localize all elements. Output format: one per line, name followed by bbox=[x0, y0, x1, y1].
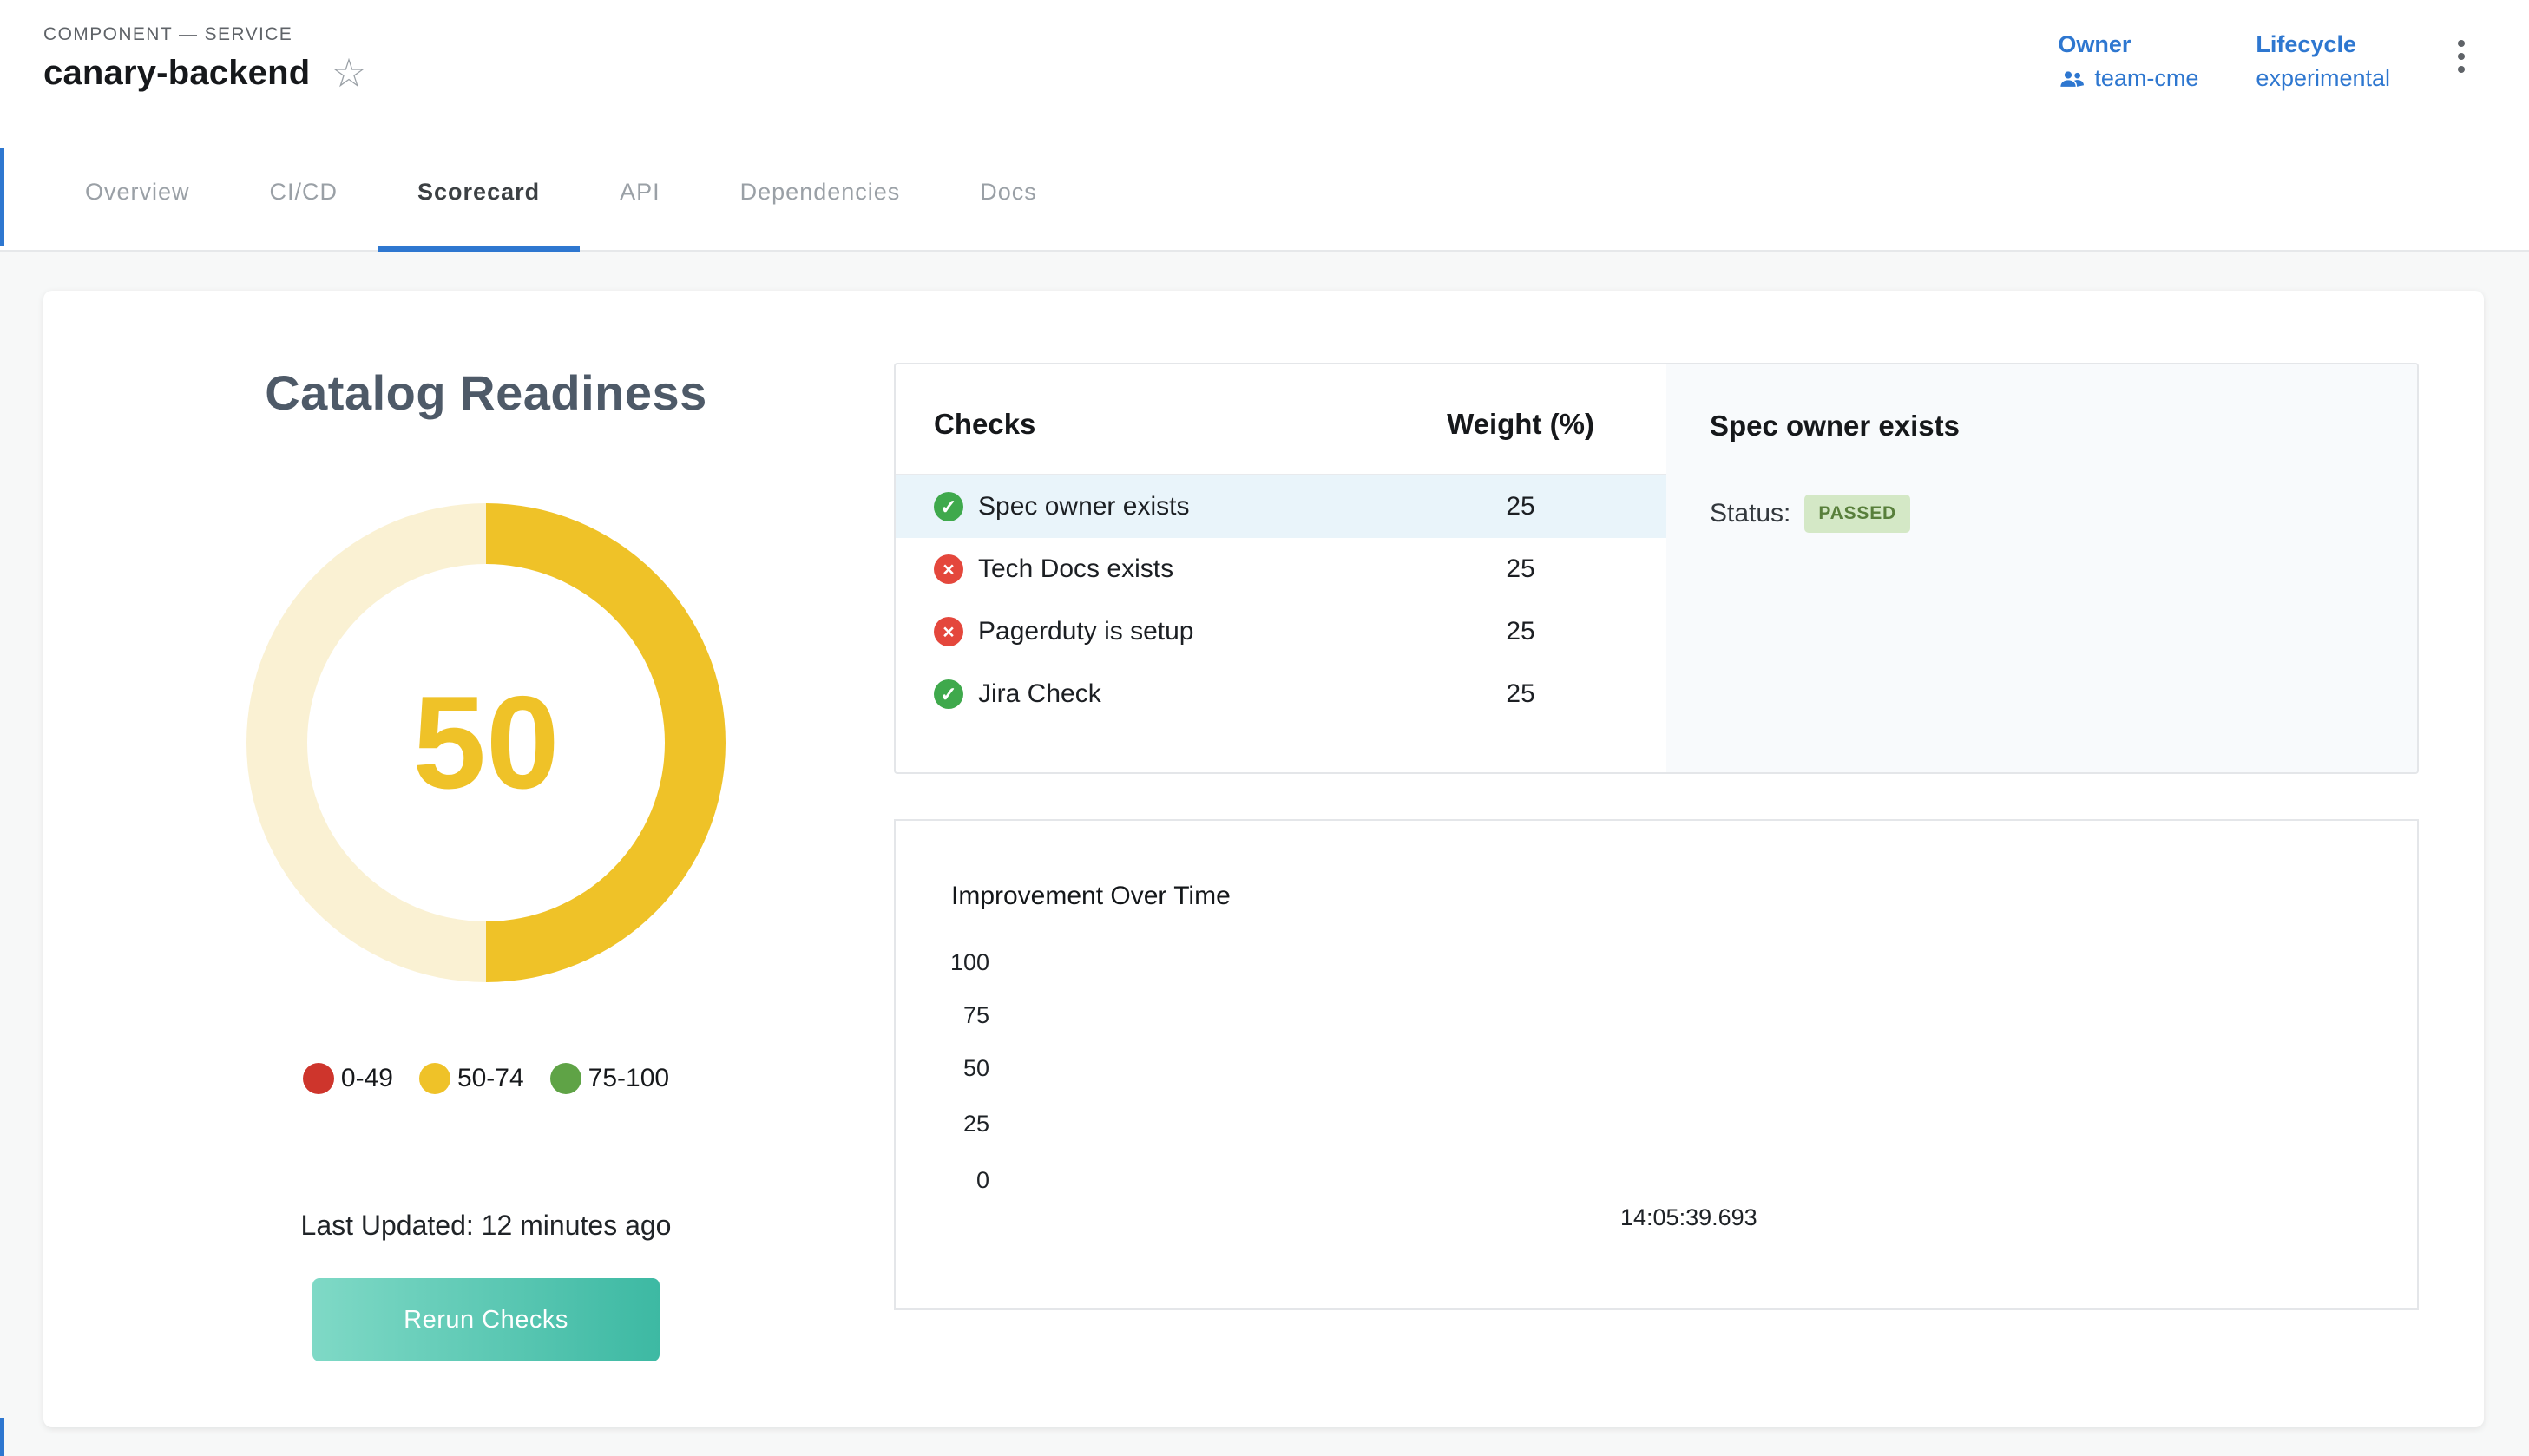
lifecycle-info: Lifecycle experimental bbox=[2256, 31, 2390, 92]
check-status-row: Status: PASSED bbox=[1710, 495, 2382, 533]
legend-label: 75-100 bbox=[588, 1064, 669, 1093]
owner-info: Owner team-cme bbox=[2058, 31, 2198, 92]
tab-cicd[interactable]: CI/CD bbox=[230, 137, 378, 252]
x-circle-icon: × bbox=[934, 554, 963, 584]
legend-item-high: 75-100 bbox=[550, 1063, 669, 1094]
readiness-title: Catalog Readiness bbox=[265, 364, 707, 421]
checks-table: Checks Weight (%) ✓ Spec owner exists 25… bbox=[896, 364, 1666, 772]
chart-title: Improvement Over Time bbox=[951, 882, 1231, 911]
check-name-label: Tech Docs exists bbox=[978, 554, 1408, 584]
page: { "header": { "breadcrumb": "COMPONENT —… bbox=[0, 0, 2529, 1456]
status-badge: PASSED bbox=[1804, 495, 1910, 533]
gauge-hole: 50 bbox=[307, 564, 665, 921]
more-options-button[interactable] bbox=[2447, 31, 2475, 82]
checks-column-header-weight: Weight (%) bbox=[1408, 408, 1633, 441]
legend-dot-green bbox=[550, 1063, 581, 1094]
tab-bar: Overview CI/CD Scorecard API Dependencie… bbox=[0, 137, 2529, 252]
check-name-label: Jira Check bbox=[978, 679, 1408, 709]
x-circle-icon: × bbox=[934, 617, 963, 646]
check-row[interactable]: ✓ Spec owner exists 25 bbox=[896, 475, 1666, 538]
y-axis-tick-25: 25 bbox=[896, 1111, 989, 1138]
scorecard-detail-column: Checks Weight (%) ✓ Spec owner exists 25… bbox=[894, 291, 2484, 1427]
checks-column-header-name: Checks bbox=[934, 408, 1408, 441]
breadcrumb: COMPONENT — SERVICE bbox=[43, 24, 367, 45]
title-row: canary-backend ☆ bbox=[43, 54, 367, 93]
favorite-star-icon[interactable]: ☆ bbox=[331, 53, 366, 93]
left-edge-accent-top bbox=[0, 148, 4, 246]
check-name-label: Spec owner exists bbox=[978, 492, 1408, 521]
check-circle-icon: ✓ bbox=[934, 492, 963, 521]
owner-label: Owner bbox=[2058, 31, 2198, 58]
page-title: canary-backend bbox=[43, 54, 310, 93]
lifecycle-value: experimental bbox=[2256, 65, 2390, 92]
tab-docs[interactable]: Docs bbox=[940, 137, 1077, 252]
check-detail-panel: Spec owner exists Status: PASSED bbox=[1666, 364, 2417, 772]
entity-header: COMPONENT — SERVICE canary-backend ☆ Own… bbox=[0, 0, 2529, 137]
checks-panel: Checks Weight (%) ✓ Spec owner exists 25… bbox=[894, 363, 2419, 774]
check-name-label: Pagerduty is setup bbox=[978, 617, 1408, 646]
legend-label: 50-74 bbox=[457, 1064, 524, 1093]
x-axis-tick: 14:05:39.693 bbox=[1620, 1204, 1757, 1231]
checks-table-header: Checks Weight (%) bbox=[896, 364, 1666, 475]
check-row[interactable]: ✓ Jira Check 25 bbox=[896, 663, 1666, 725]
check-row[interactable]: × Pagerduty is setup 25 bbox=[896, 600, 1666, 663]
check-weight-value: 25 bbox=[1408, 679, 1633, 709]
entity-header-right: Owner team-cme Lifecycle experimental bbox=[2058, 24, 2475, 92]
legend-item-mid: 50-74 bbox=[419, 1063, 524, 1094]
status-label: Status: bbox=[1710, 499, 1790, 528]
rerun-checks-button[interactable]: Rerun Checks bbox=[312, 1278, 660, 1361]
tab-overview[interactable]: Overview bbox=[45, 137, 230, 252]
gauge-score: 50 bbox=[412, 677, 559, 809]
owner-value-link[interactable]: team-cme bbox=[2058, 65, 2198, 92]
legend-dot-yellow bbox=[419, 1063, 450, 1094]
score-legend: 0-49 50-74 75-100 bbox=[303, 1063, 669, 1094]
check-weight-value: 25 bbox=[1408, 554, 1633, 584]
main-content: Catalog Readiness 50 0-49 50-74 75-100 bbox=[0, 252, 2529, 1427]
check-circle-icon: ✓ bbox=[934, 679, 963, 709]
y-axis-tick-75: 75 bbox=[896, 1002, 989, 1029]
improvement-chart-panel: Improvement Over Time 100 75 50 25 0 14:… bbox=[894, 819, 2419, 1310]
y-axis-tick-50: 50 bbox=[896, 1055, 989, 1082]
lifecycle-label: Lifecycle bbox=[2256, 31, 2390, 58]
readiness-summary: Catalog Readiness 50 0-49 50-74 75-100 bbox=[43, 291, 894, 1427]
tab-api[interactable]: API bbox=[580, 137, 700, 252]
readiness-gauge: 50 bbox=[246, 503, 726, 982]
owner-team-name: team-cme bbox=[2094, 65, 2198, 92]
left-edge-accent-bottom bbox=[0, 1418, 4, 1456]
tab-dependencies[interactable]: Dependencies bbox=[700, 137, 941, 252]
tab-scorecard[interactable]: Scorecard bbox=[378, 137, 580, 252]
check-weight-value: 25 bbox=[1408, 492, 1633, 521]
legend-label: 0-49 bbox=[341, 1064, 393, 1093]
legend-dot-red bbox=[303, 1063, 334, 1094]
check-weight-value: 25 bbox=[1408, 617, 1633, 646]
scorecard-card: Catalog Readiness 50 0-49 50-74 75-100 bbox=[43, 291, 2484, 1427]
last-updated-text: Last Updated: 12 minutes ago bbox=[301, 1210, 672, 1242]
people-group-icon bbox=[2058, 69, 2086, 89]
entity-header-left: COMPONENT — SERVICE canary-backend ☆ bbox=[43, 24, 367, 93]
y-axis-tick-0: 0 bbox=[896, 1167, 989, 1194]
check-row[interactable]: × Tech Docs exists 25 bbox=[896, 538, 1666, 600]
legend-item-low: 0-49 bbox=[303, 1063, 393, 1094]
check-detail-title: Spec owner exists bbox=[1710, 410, 2382, 443]
y-axis-tick-100: 100 bbox=[896, 949, 989, 976]
